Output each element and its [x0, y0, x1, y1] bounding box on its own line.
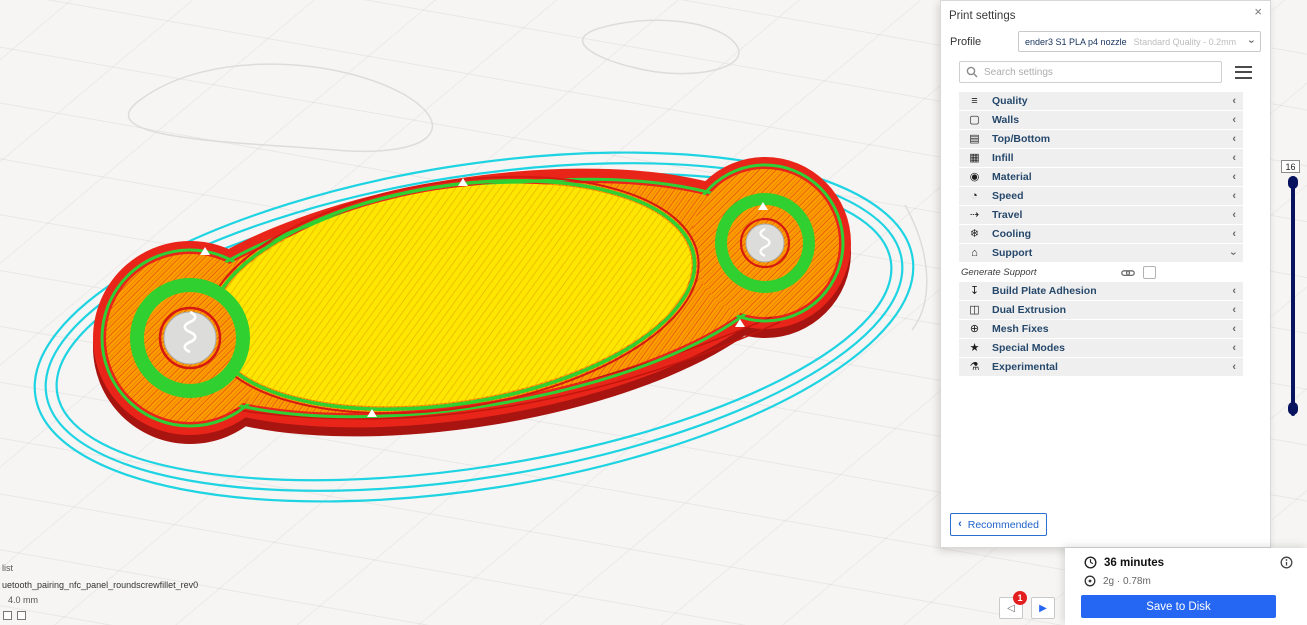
category-travel[interactable]: ⇢ Travel ‹ — [959, 206, 1243, 224]
object-visibility-icon[interactable] — [3, 611, 12, 620]
chevron-icon: ‹ — [1232, 153, 1236, 164]
material-usage: 2g · 0.78m — [1103, 576, 1151, 587]
chevron-icon: ‹ — [1232, 324, 1236, 335]
category-experimental[interactable]: ⚗ Experimental ‹ — [959, 358, 1243, 376]
chevron-icon: ‹ — [1232, 134, 1236, 145]
chevron-icon: ‹ — [1232, 343, 1236, 354]
generate-support-checkbox[interactable] — [1143, 266, 1156, 279]
layer-slider-handle-bottom[interactable] — [1288, 402, 1298, 415]
speed-icon: ◔ — [966, 191, 983, 202]
link-icon[interactable] — [1121, 268, 1135, 278]
chevron-icon: ‹ — [1232, 210, 1236, 221]
search-input[interactable] — [984, 67, 1215, 78]
profile-value: ender3 S1 PLA p4 nozzle — [1025, 37, 1127, 47]
category-cooling[interactable]: ❄ Cooling ‹ — [959, 225, 1243, 243]
category-special-modes[interactable]: ★ Special Modes ‹ — [959, 339, 1243, 357]
chevron-left-icon: ‹ — [958, 519, 962, 530]
category-dual-extrusion[interactable]: ◫ Dual Extrusion ‹ — [959, 301, 1243, 319]
object-list: list uetooth_pairing_nfc_panel_roundscre… — [2, 563, 198, 620]
category-build-plate-adhesion[interactable]: ↧ Build Plate Adhesion ‹ — [959, 282, 1243, 300]
chevron-icon: ‹ — [1232, 305, 1236, 316]
object-name[interactable]: uetooth_pairing_nfc_panel_roundscrewfill… — [2, 580, 198, 590]
top-bottom-icon: ▤ — [966, 134, 983, 145]
category-walls[interactable]: ▢ Walls ‹ — [959, 111, 1243, 129]
search-icon — [966, 66, 978, 78]
clock-icon — [1084, 556, 1097, 569]
print-time: 36 minutes — [1104, 557, 1164, 569]
search-box[interactable] — [959, 61, 1222, 83]
chevron-icon: ‹ — [1232, 191, 1236, 202]
build-plate-adhesion-icon: ↧ — [966, 286, 983, 297]
infill-icon: ▦ — [966, 153, 983, 164]
chevron-down-icon: ‹ — [1247, 40, 1258, 44]
mesh-fixes-icon: ⊕ — [966, 324, 983, 335]
chevron-icon: ‹ — [1232, 362, 1236, 373]
category-infill[interactable]: ▦ Infill ‹ — [959, 149, 1243, 167]
panel-title: Print settings — [949, 10, 1015, 22]
support-icon: ⌂ — [966, 248, 983, 259]
material-spool-icon — [1084, 575, 1096, 587]
menu-icon[interactable] — [1235, 66, 1252, 79]
category-support[interactable]: ⌂ Support ‹ — [959, 244, 1243, 262]
settings-category-list: ≡ Quality ‹ ▢ Walls ‹ ▤ Top/Bottom ‹ ▦ I… — [959, 92, 1243, 376]
layer-number-field[interactable]: 16 — [1281, 160, 1300, 173]
category-mesh-fixes[interactable]: ⊕ Mesh Fixes ‹ — [959, 320, 1243, 338]
special-modes-icon: ★ — [966, 343, 983, 354]
layer-slider-handle-top[interactable] — [1288, 176, 1298, 189]
travel-icon: ⇢ — [966, 210, 983, 221]
profile-hint: Standard Quality - 0.2mm — [1134, 37, 1237, 47]
screw-boss-left[interactable] — [130, 278, 250, 398]
category-quality[interactable]: ≡ Quality ‹ — [959, 92, 1243, 110]
cooling-icon: ❄ — [966, 229, 983, 240]
chevron-icon: ‹ — [1232, 229, 1236, 240]
play-button[interactable]: ▶ — [1031, 597, 1055, 619]
info-icon[interactable] — [1280, 556, 1293, 569]
chevron-expanded-icon: ‹ — [1229, 251, 1240, 255]
material-icon: ◉ — [966, 172, 983, 183]
dual-extrusion-icon: ◫ — [966, 305, 983, 316]
warning-badge[interactable]: 1 — [1013, 591, 1027, 605]
panel-header: Print settings × — [941, 1, 1270, 23]
object-lock-icon[interactable] — [17, 611, 26, 620]
object-list-label: list — [2, 563, 198, 573]
layer-slider-track[interactable] — [1291, 176, 1295, 416]
close-icon[interactable]: × — [1254, 4, 1262, 19]
category-speed[interactable]: ◔ Speed ‹ — [959, 187, 1243, 205]
chevron-icon: ‹ — [1232, 96, 1236, 107]
setting-generate-support: Generate Support — [959, 263, 1243, 282]
print-settings-panel: Print settings × Profile ender3 S1 PLA p… — [940, 0, 1271, 548]
category-material[interactable]: ◉ Material ‹ — [959, 168, 1243, 186]
walls-icon: ▢ — [966, 115, 983, 126]
save-to-disk-button[interactable]: Save to Disk — [1081, 595, 1276, 618]
recommended-button[interactable]: ‹ Recommended — [950, 513, 1047, 536]
chevron-icon: ‹ — [1232, 286, 1236, 297]
category-top-bottom[interactable]: ▤ Top/Bottom ‹ — [959, 130, 1243, 148]
output-card: 36 minutes 2g · 0.78m Save to Disk — [1065, 548, 1307, 625]
chevron-icon: ‹ — [1232, 172, 1236, 183]
chevron-icon: ‹ — [1232, 115, 1236, 126]
profile-dropdown[interactable]: ender3 S1 PLA p4 nozzle Standard Quality… — [1018, 31, 1261, 52]
quality-icon: ≡ — [966, 96, 983, 107]
object-dimension: 4.0 mm — [8, 595, 198, 605]
profile-label: Profile — [950, 36, 1018, 48]
experimental-icon: ⚗ — [966, 362, 983, 373]
